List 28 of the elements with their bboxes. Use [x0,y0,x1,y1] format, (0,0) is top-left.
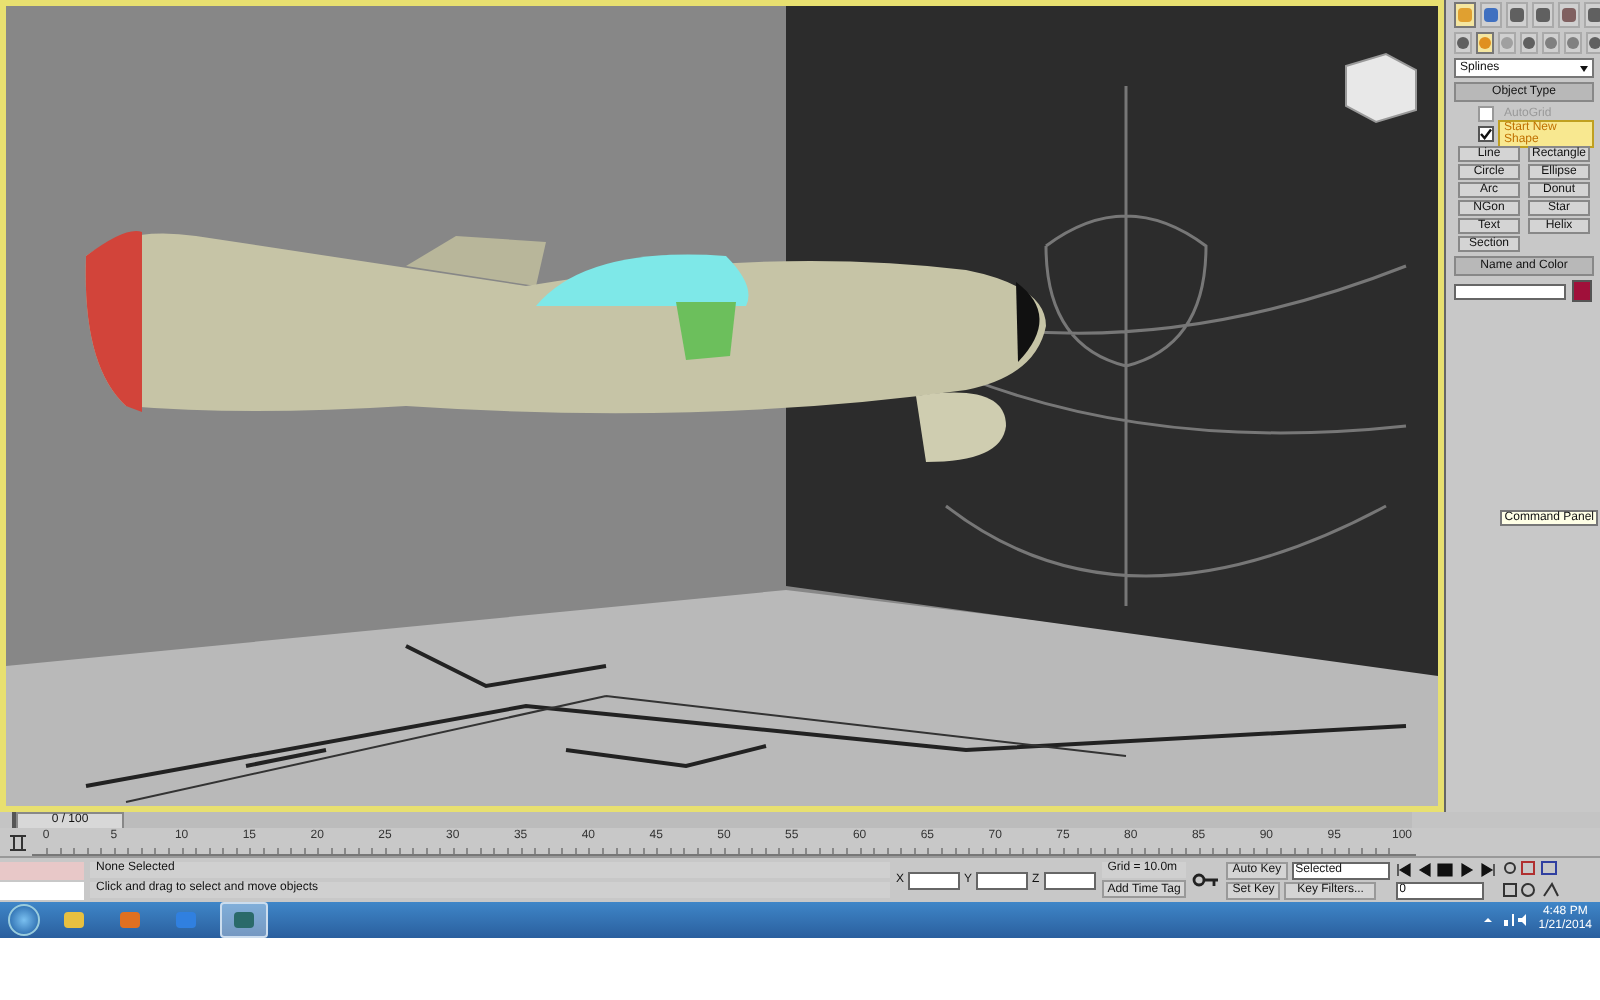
cameras-category-button[interactable] [1520,32,1538,54]
start-button[interactable] [8,904,40,936]
spacewarps-category-button[interactable] [1564,32,1582,54]
modify-tab[interactable] [1480,2,1502,28]
name-field[interactable] [1454,283,1566,299]
coordinate-field[interactable] [976,871,1029,889]
color-swatch[interactable] [1572,280,1592,302]
viewport-navigation-drawing[interactable] [1501,860,1562,900]
coordinate-field[interactable] [1043,871,1096,889]
key-icon[interactable] [1192,872,1221,888]
hierarchy-tab[interactable] [1506,2,1528,28]
max-app-icon[interactable] [220,902,268,938]
systems-category-button[interactable] [1586,32,1600,54]
motion-tab[interactable] [1532,2,1554,28]
tray-icons-drawing[interactable] [1482,912,1527,928]
checkbox[interactable] [1478,126,1494,142]
geometry-category-button[interactable] [1454,32,1472,54]
helpers-category-button[interactable] [1542,32,1560,54]
maxscript-listener-field[interactable] [0,861,84,879]
viewcube-icon[interactable] [1345,52,1417,124]
coordinate-field[interactable] [908,871,961,889]
utilities-tab[interactable] [1584,2,1600,28]
caret-icon [1580,65,1588,71]
create-tab[interactable] [1454,2,1476,28]
maxscript-mini-field[interactable] [0,881,84,899]
display-tab[interactable] [1558,2,1580,28]
playback-controls-drawing[interactable] [1395,861,1496,877]
shapes-category-button[interactable] [1476,32,1494,54]
